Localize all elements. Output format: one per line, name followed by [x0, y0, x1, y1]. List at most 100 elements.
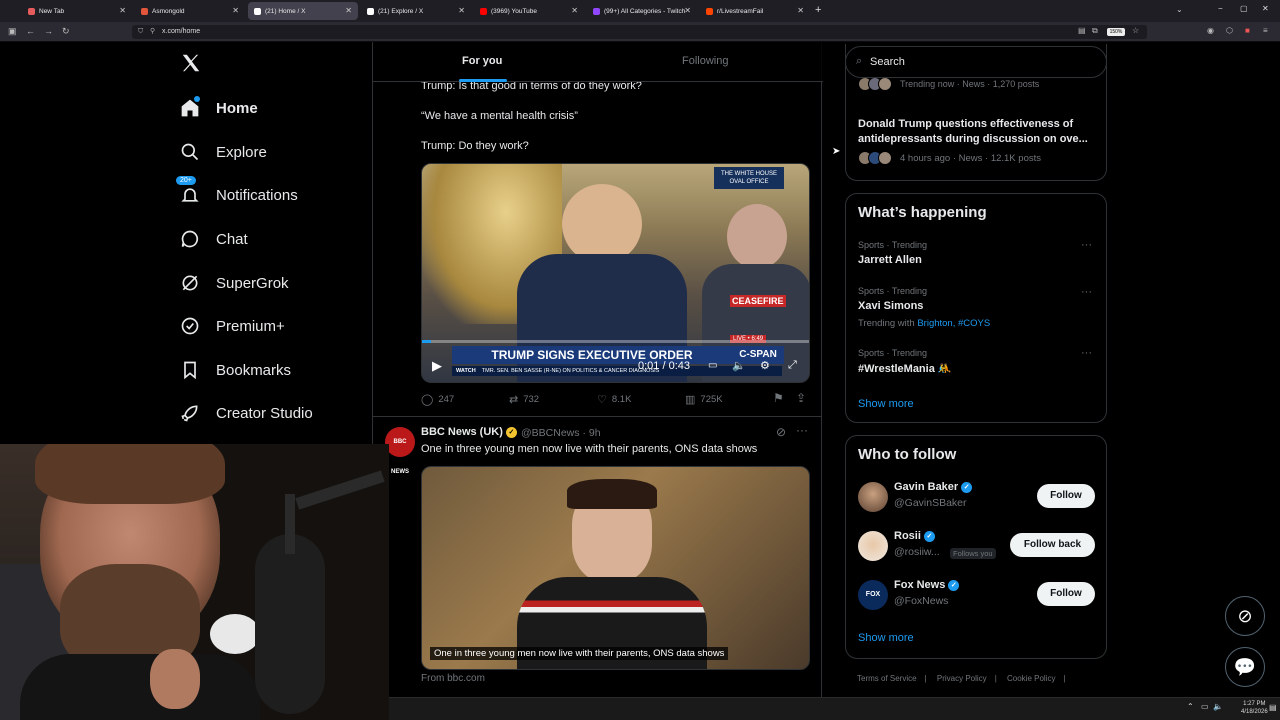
reply-button[interactable]: ◯ 247 — [421, 393, 454, 406]
follow-button[interactable]: Follow — [1037, 582, 1095, 606]
tab-list-chevron-icon[interactable]: ⌄ — [1176, 5, 1183, 14]
show-more-link[interactable]: Show more — [858, 632, 914, 644]
chat-fab-button[interactable]: 💬 — [1225, 647, 1265, 687]
fullscreen-icon[interactable]: ⤢ — [788, 359, 797, 372]
more-options-icon[interactable]: ··· — [1081, 347, 1092, 359]
close-tab-icon[interactable]: ✕ — [458, 6, 465, 15]
trend-item[interactable]: Jarrett Allen — [858, 254, 922, 266]
white-house-badge: THE WHITE HOUSE OVAL OFFICE — [714, 167, 784, 189]
account-icon[interactable]: ◉ — [1207, 26, 1214, 35]
nav-bookmarks[interactable]: Bookmarks — [180, 355, 291, 385]
share-icon[interactable]: ⇪ — [796, 391, 806, 405]
url-bar[interactable]: ⛉ ⚲ x.com/home — [132, 25, 1147, 39]
url-text: x.com/home — [162, 28, 201, 35]
microphone — [255, 534, 325, 714]
show-more-link[interactable]: Show more — [858, 398, 914, 410]
browser-tab[interactable]: (99+) All Categories - Twitch ✕ — [587, 2, 697, 20]
nav-home[interactable]: Home — [180, 93, 258, 123]
footer-link[interactable]: Cookie Policy — [1007, 674, 1055, 683]
site-info-icon[interactable]: ⚲ — [150, 25, 155, 39]
mic-arm — [285, 494, 295, 554]
bookmark-post-icon[interactable]: ⚑ — [773, 391, 784, 405]
search-input[interactable]: ⌕ Search — [845, 46, 1107, 78]
settings-gear-icon[interactable]: ⚙ — [760, 359, 770, 372]
avatar[interactable]: FOX — [858, 580, 888, 610]
forward-icon[interactable]: → — [44, 26, 53, 36]
tray-chevron-icon[interactable]: ⌃ — [1187, 702, 1194, 711]
unread-dot-icon — [194, 96, 200, 102]
menu-icon[interactable]: ≡ — [1263, 26, 1268, 35]
close-tab-icon[interactable]: ✕ — [119, 6, 126, 15]
follow-suggestion[interactable]: Gavin Baker ✓ @GavinSBaker Follow — [858, 478, 1098, 518]
close-tab-icon[interactable]: ✕ — [571, 6, 578, 15]
minimize-button[interactable]: − — [1218, 4, 1223, 13]
trend-item[interactable]: #WrestleMania 🤼 — [858, 362, 952, 375]
new-tab-button[interactable]: + — [815, 4, 821, 16]
avatar[interactable] — [858, 531, 888, 561]
video-progress-track[interactable] — [422, 340, 809, 343]
post-author-handle[interactable]: @BBCNews · 9h — [521, 427, 601, 439]
nav-chat[interactable]: Chat — [180, 224, 248, 254]
post-author-name[interactable]: BBC News (UK) ✓ — [421, 426, 517, 438]
nav-explore[interactable]: Explore — [180, 137, 267, 167]
more-options-icon[interactable]: ··· — [1081, 286, 1092, 298]
volume-icon[interactable]: 🔈 — [732, 359, 746, 372]
like-button[interactable]: ♡ 8.1K — [597, 393, 631, 406]
browser-tab[interactable]: (3969) YouTube ✕ — [474, 2, 584, 20]
follow-suggestion[interactable]: Rosii ✓ @rosiiw... Follows you Follow bac… — [858, 527, 1098, 567]
close-tab-icon[interactable]: ✕ — [684, 6, 691, 15]
grok-post-icon[interactable]: ⊘ — [776, 425, 786, 439]
close-tab-icon[interactable]: ✕ — [345, 6, 352, 15]
more-options-icon[interactable]: ··· — [796, 423, 808, 437]
notification-center-icon[interactable]: ▤ — [1269, 703, 1277, 712]
nav-premium[interactable]: Premium+ — [180, 311, 285, 341]
x-logo-icon[interactable] — [180, 52, 204, 76]
display-icon[interactable]: ▭ — [1201, 702, 1209, 711]
more-options-icon[interactable]: ··· — [1081, 239, 1092, 251]
close-tab-icon[interactable]: ✕ — [232, 6, 239, 15]
play-icon[interactable]: ▶ — [432, 358, 442, 374]
avatar[interactable]: BBC NEWS — [385, 427, 415, 475]
link-source[interactable]: From bbc.com — [421, 673, 485, 684]
extension-badge-icon[interactable]: ■ — [1245, 26, 1250, 35]
tab-for-you[interactable]: For you — [462, 55, 502, 67]
browser-tab[interactable]: r/LivestreamFail ✕ — [700, 2, 810, 20]
video-player[interactable]: THE WHITE HOUSE OVAL OFFICE CEASEFIRE LI… — [421, 163, 810, 383]
browser-tab[interactable]: New Tab ✕ — [22, 2, 132, 20]
close-window-button[interactable]: ✕ — [1262, 4, 1269, 13]
zoom-level[interactable]: 150% — [1107, 28, 1125, 36]
nav-notifications[interactable]: Notifications 20+ — [176, 176, 298, 210]
back-icon[interactable]: ← — [26, 26, 35, 36]
trend-item[interactable]: Xavi Simons — [858, 300, 923, 312]
nav-creator-studio[interactable]: Creator Studio — [180, 398, 313, 428]
reload-icon[interactable]: ↻ — [62, 26, 70, 37]
bookmark-star-icon[interactable]: ☆ — [1132, 26, 1139, 35]
nav-supergrok[interactable]: SuperGrok — [180, 268, 289, 298]
repost-button[interactable]: ⇄ 732 — [509, 393, 539, 406]
trend-link[interactable]: Brighton — [917, 318, 952, 329]
reader-view-icon[interactable]: ▤ — [1078, 26, 1086, 35]
footer-link[interactable]: Privacy Policy — [937, 674, 987, 683]
clock[interactable]: 1:27 PM 4/18/2026 — [1241, 700, 1268, 716]
extensions-icon[interactable]: ⬡ — [1226, 26, 1233, 35]
trend-link[interactable]: #COYS — [958, 318, 990, 329]
browser-tab[interactable]: Asmongold ✕ — [135, 2, 245, 20]
close-tab-icon[interactable]: ✕ — [797, 6, 804, 15]
grok-fab-button[interactable]: ⊘ — [1225, 596, 1265, 636]
follow-back-button[interactable]: Follow back — [1010, 533, 1095, 557]
screenshot-icon[interactable]: ⧉ — [1092, 26, 1098, 36]
follow-suggestion[interactable]: FOX Fox News ✓ @FoxNews Follow — [858, 576, 1098, 616]
browser-tab-active[interactable]: (21) Home / X ✕ — [248, 2, 358, 20]
tab-following[interactable]: Following — [682, 55, 728, 67]
volume-icon[interactable]: 🔈 — [1213, 702, 1223, 711]
browser-tab[interactable]: (21) Explore / X ✕ — [361, 2, 471, 20]
maximize-button[interactable]: ▢ — [1240, 4, 1248, 13]
trend-headline[interactable]: Donald Trump questions effectiveness of … — [858, 117, 1098, 147]
sidebar-toggle-icon[interactable]: ▣ — [8, 26, 17, 37]
follow-button[interactable]: Follow — [1037, 484, 1095, 508]
avatar[interactable] — [858, 482, 888, 512]
views-button[interactable]: ▥ 725K — [685, 393, 723, 406]
footer-link[interactable]: Terms of Service — [857, 674, 917, 683]
captions-icon[interactable]: ▭ — [708, 360, 717, 371]
post-image[interactable]: One in three young men now live with the… — [421, 466, 810, 670]
